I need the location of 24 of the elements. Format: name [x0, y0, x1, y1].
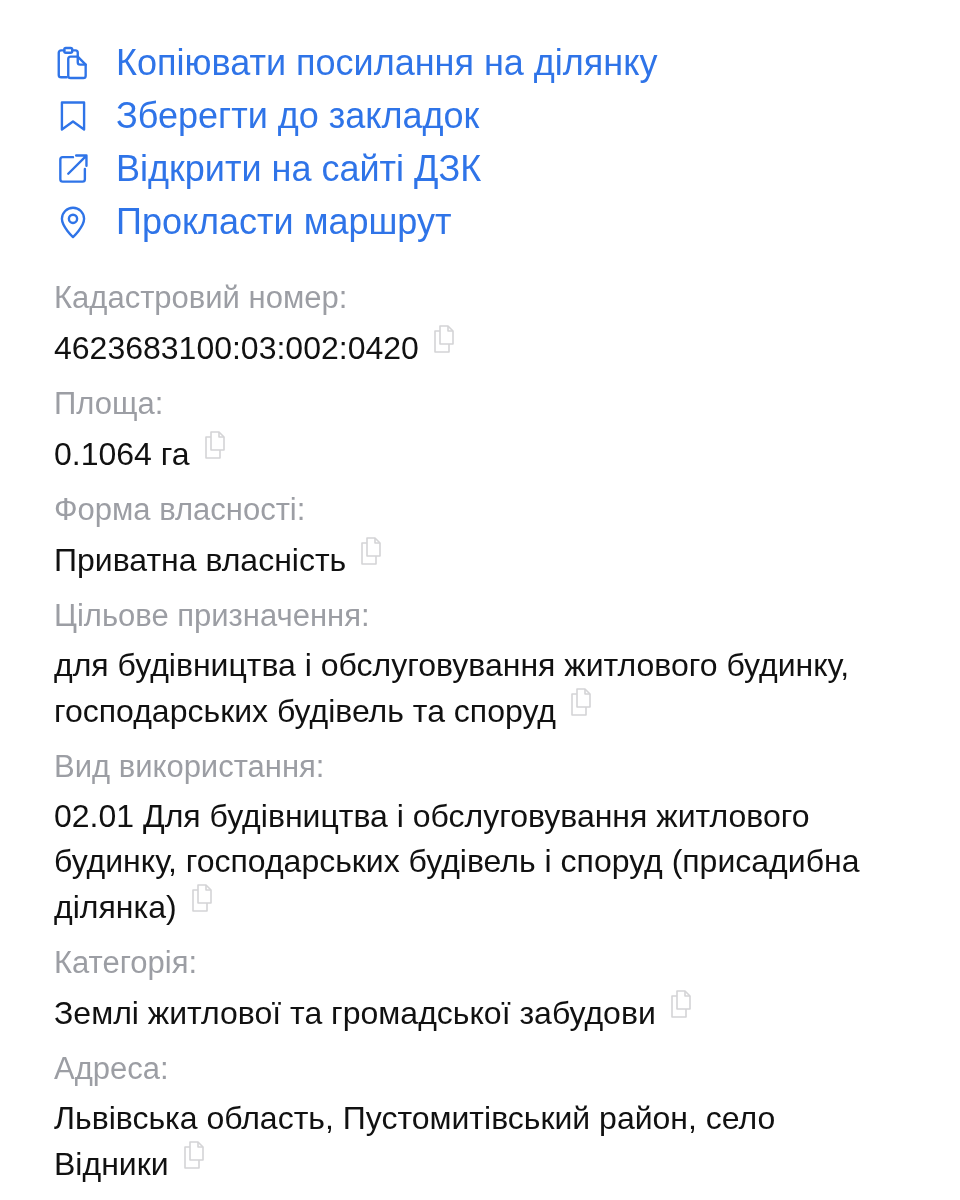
copy-icon[interactable]: [203, 431, 228, 459]
field-label: Адреса:: [54, 1050, 169, 1088]
field-label: Категорія:: [54, 944, 198, 982]
field-value: 02.01 Для будівництва і обслуговування житлового будинку, господарських будівель і споруд (присадибна ділянка): [54, 797, 861, 927]
field-value: Землі житлової та громадської забудови: [54, 990, 879, 1036]
action-link[interactable]: Зберегти до закладок: [54, 89, 480, 142]
action-link[interactable]: Копіювати посилання на ділянку: [54, 36, 658, 89]
field-label: Вид використання:: [54, 748, 325, 786]
field-label: Кадастровий номер:: [54, 279, 348, 317]
copy-icon[interactable]: [669, 990, 694, 1018]
field-value: для будівництва і обслуговування житлового будинку, господарських будівель та споруд: [54, 646, 851, 731]
field-value: 0.1064 га: [54, 431, 879, 477]
action-link[interactable]: Прокласти маршрут: [54, 195, 452, 248]
field-value: 4623683100:03:002:0420: [54, 325, 879, 371]
action-link[interactable]: Відкрити на сайті ДЗК: [54, 142, 482, 195]
copy-icon[interactable]: [570, 688, 594, 716]
copy-icon[interactable]: [182, 1141, 207, 1169]
field-label: Форма власності:: [54, 491, 306, 529]
field-label: Цільове призначення:: [54, 597, 370, 635]
field-label: Площа:: [54, 385, 164, 423]
copy-icon[interactable]: [190, 884, 215, 912]
field-value: Приватна власність: [54, 537, 879, 583]
field-value: Львівська область, Пустомитівський район, село Відники: [54, 1099, 777, 1184]
copy-icon[interactable]: [432, 325, 457, 353]
